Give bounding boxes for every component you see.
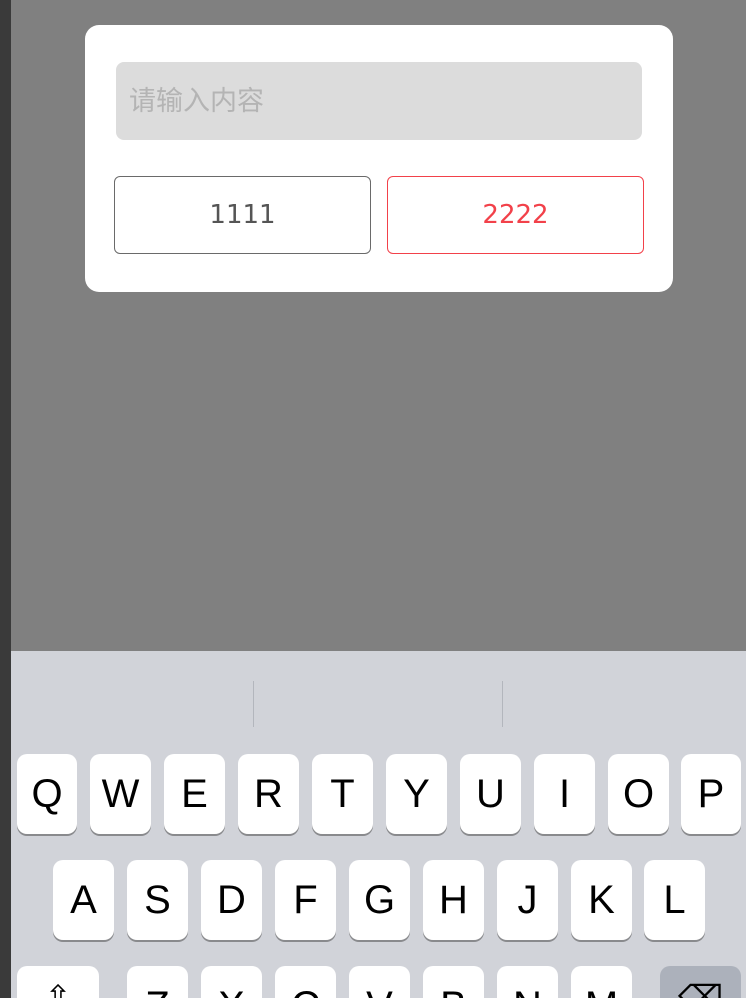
backspace-icon: ⌫ <box>677 979 724 998</box>
key-z[interactable]: Z <box>127 966 188 998</box>
shift-icon: ⇧ <box>44 979 72 998</box>
key-t[interactable]: T <box>312 754 373 834</box>
key-f[interactable]: F <box>275 860 336 940</box>
key-j[interactable]: J <box>497 860 558 940</box>
key-y[interactable]: Y <box>386 754 447 834</box>
key-s[interactable]: S <box>127 860 188 940</box>
suggestion-divider <box>253 681 254 727</box>
key-n[interactable]: N <box>497 966 558 998</box>
key-i[interactable]: I <box>534 754 595 834</box>
input-dialog: 1111 2222 <box>85 25 673 292</box>
key-d[interactable]: D <box>201 860 262 940</box>
key-k[interactable]: K <box>571 860 632 940</box>
on-screen-keyboard: Q W E R T Y U I O P A S D F G H J K L ⇧ … <box>11 651 746 998</box>
key-w[interactable]: W <box>90 754 151 834</box>
key-q[interactable]: Q <box>17 754 77 834</box>
key-a[interactable]: A <box>53 860 114 940</box>
key-m[interactable]: M <box>571 966 632 998</box>
button-2222[interactable]: 2222 <box>387 176 644 254</box>
key-r[interactable]: R <box>238 754 299 834</box>
key-p[interactable]: P <box>681 754 741 834</box>
key-u[interactable]: U <box>460 754 521 834</box>
key-x[interactable]: X <box>201 966 262 998</box>
key-o[interactable]: O <box>608 754 669 834</box>
key-g[interactable]: G <box>349 860 410 940</box>
key-c[interactable]: C <box>275 966 336 998</box>
key-l[interactable]: L <box>644 860 705 940</box>
key-b[interactable]: B <box>423 966 484 998</box>
key-v[interactable]: V <box>349 966 410 998</box>
suggestion-divider <box>502 681 503 727</box>
shift-key[interactable]: ⇧ <box>17 966 99 998</box>
key-e[interactable]: E <box>164 754 225 834</box>
content-input[interactable] <box>116 62 642 140</box>
delete-key[interactable]: ⌫ <box>660 966 741 998</box>
key-h[interactable]: H <box>423 860 484 940</box>
button-1111[interactable]: 1111 <box>114 176 371 254</box>
window-edge <box>0 0 11 998</box>
